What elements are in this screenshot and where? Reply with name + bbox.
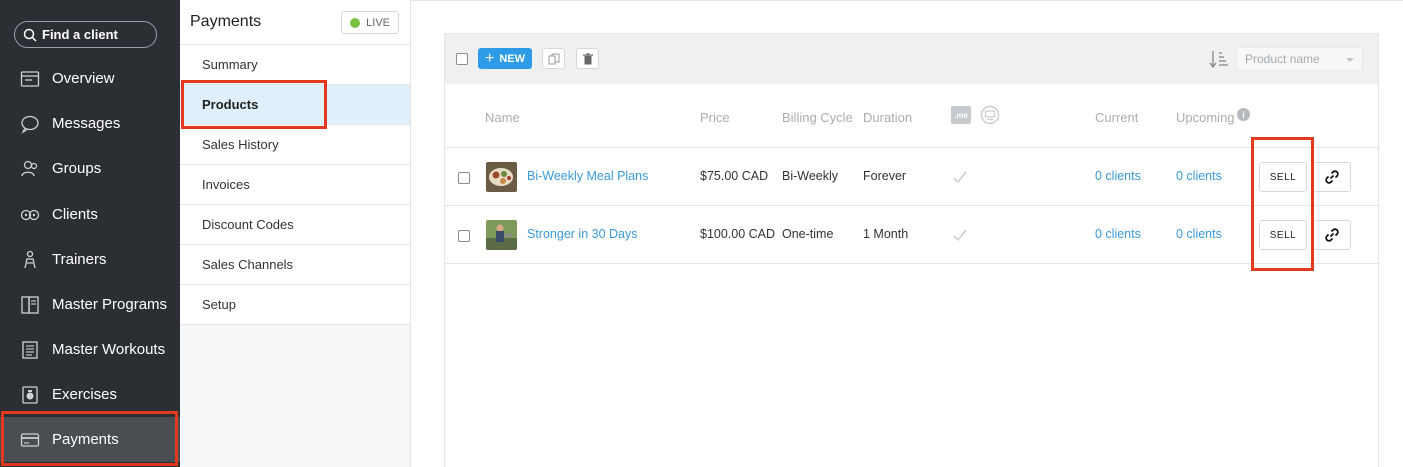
me-site-icon: .me: [951, 106, 971, 124]
trainers-icon: [20, 250, 40, 270]
menu-item-products[interactable]: Products: [180, 85, 410, 125]
copy-icon: [548, 53, 559, 64]
table-row: Bi-Weekly Meal Plans $75.00 CAD Bi-Weekl…: [445, 148, 1380, 206]
info-icon[interactable]: i: [1237, 108, 1250, 121]
programs-icon: [20, 295, 40, 315]
product-billing-cycle: One-time: [782, 227, 834, 241]
header-duration[interactable]: Duration: [863, 110, 912, 125]
nav-item-clients[interactable]: Clients: [0, 192, 180, 237]
nav-label: Clients: [52, 206, 98, 223]
panel-header: Payments LIVE: [180, 0, 410, 45]
nav-label: Groups: [52, 160, 102, 177]
nav-label: Exercises: [52, 386, 118, 403]
header-price[interactable]: Price: [700, 110, 730, 125]
products-card: + NEW Product name Name Price Billing Cy…: [444, 33, 1380, 467]
payments-panel: Payments LIVE Summary Products Sales His…: [180, 0, 411, 467]
trash-icon: [582, 52, 593, 64]
sell-button[interactable]: SELL: [1259, 220, 1307, 250]
overview-icon: [20, 69, 40, 89]
main-top-divider: [411, 0, 1403, 1]
checkmark-icon: [953, 229, 967, 242]
sell-button[interactable]: SELL: [1259, 162, 1307, 192]
clients-icon: [20, 205, 40, 225]
link-icon: [1325, 228, 1339, 242]
new-label: NEW: [499, 52, 526, 65]
nav-label: Master Workouts: [52, 341, 166, 358]
menu-item-discount-codes[interactable]: Discount Codes: [180, 205, 410, 245]
header-current[interactable]: Current: [1095, 110, 1138, 125]
messages-icon: [20, 114, 40, 134]
product-name-link[interactable]: Bi-Weekly Meal Plans: [527, 169, 648, 183]
nav-label: Overview: [52, 70, 115, 87]
search-icon: [23, 28, 37, 42]
find-client-search[interactable]: Find a client: [14, 21, 157, 48]
workouts-icon: [20, 340, 40, 360]
delete-button[interactable]: [576, 48, 599, 69]
upcoming-clients-link[interactable]: 0 clients: [1176, 227, 1222, 241]
plus-icon: +: [485, 49, 495, 67]
current-clients-link[interactable]: 0 clients: [1095, 227, 1141, 241]
current-clients-link[interactable]: 0 clients: [1095, 169, 1141, 183]
panel-title: Payments: [190, 13, 262, 30]
product-duration: 1 Month: [863, 227, 909, 241]
menu-item-setup[interactable]: Setup: [180, 285, 410, 325]
sort-order-icon[interactable]: [1209, 49, 1231, 69]
menu-item-summary[interactable]: Summary: [180, 45, 410, 85]
table-row: Stronger in 30 Days $100.00 CAD One-time…: [445, 206, 1380, 264]
search-label: Find a client: [42, 27, 118, 42]
nav-item-groups[interactable]: Groups: [0, 146, 180, 191]
main-sidebar: Find a client Overview Messages Groups C…: [0, 0, 180, 467]
chevron-down-icon: [1346, 58, 1354, 62]
table-header: Name Price Billing Cycle Duration .me Cu…: [445, 84, 1380, 148]
copy-link-button[interactable]: [1313, 162, 1351, 192]
menu-item-sales-history[interactable]: Sales History: [180, 125, 410, 165]
live-dot-icon: [350, 17, 361, 28]
sort-by-select[interactable]: Product name: [1236, 47, 1363, 71]
payments-icon: [20, 430, 40, 450]
header-billing-cycle[interactable]: Billing Cycle: [782, 110, 853, 125]
link-icon: [1325, 170, 1339, 184]
select-all-checkbox[interactable]: [456, 53, 468, 65]
upcoming-clients-link[interactable]: 0 clients: [1176, 169, 1222, 183]
checkmark-icon: [953, 171, 967, 184]
exercises-icon: [20, 385, 40, 405]
product-thumbnail: [486, 220, 517, 250]
products-toolbar: + NEW Product name: [445, 34, 1378, 84]
nav-item-payments[interactable]: Payments: [0, 417, 180, 462]
product-name-link[interactable]: Stronger in 30 Days: [527, 227, 637, 241]
menu-item-sales-channels[interactable]: Sales Channels: [180, 245, 410, 285]
nav-label: Payments: [52, 431, 119, 448]
nav-item-trainers[interactable]: Trainers: [0, 237, 180, 282]
header-name[interactable]: Name: [485, 110, 520, 125]
nav-item-overview[interactable]: Overview: [0, 56, 180, 101]
nav-label: Trainers: [52, 251, 107, 268]
nav-item-master-workouts[interactable]: Master Workouts: [0, 327, 180, 372]
nav-item-exercises[interactable]: Exercises: [0, 372, 180, 417]
nav-item-master-programs[interactable]: Master Programs: [0, 282, 180, 327]
new-product-button[interactable]: + NEW: [478, 48, 533, 69]
live-status-badge[interactable]: LIVE: [341, 11, 399, 34]
product-billing-cycle: Bi-Weekly: [782, 169, 839, 183]
copy-link-button[interactable]: [1313, 220, 1351, 250]
product-duration: Forever: [863, 169, 907, 183]
row-checkbox[interactable]: [458, 172, 470, 184]
product-price: $75.00 CAD: [700, 169, 769, 183]
nav-label: Messages: [52, 115, 121, 132]
product-price: $100.00 CAD: [700, 227, 776, 241]
menu-item-invoices[interactable]: Invoices: [180, 165, 410, 205]
nav-label: Master Programs: [52, 296, 168, 313]
duplicate-button[interactable]: [542, 48, 565, 69]
app-channel-icon: [980, 105, 1000, 125]
product-thumbnail: [486, 162, 517, 192]
nav-item-messages[interactable]: Messages: [0, 101, 180, 146]
groups-icon: [20, 159, 40, 179]
live-label: LIVE: [366, 16, 390, 29]
row-checkbox[interactable]: [458, 230, 470, 242]
sort-by-value: Product name: [1245, 52, 1320, 66]
header-upcoming[interactable]: Upcoming: [1176, 110, 1235, 125]
